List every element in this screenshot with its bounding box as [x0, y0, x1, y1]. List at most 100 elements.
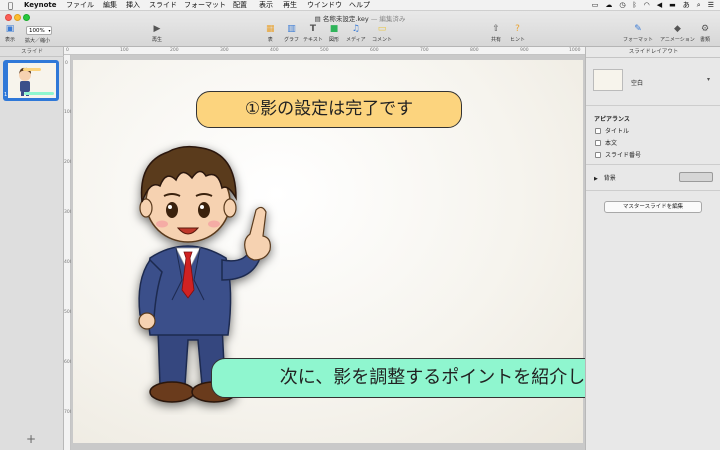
- text-button[interactable]: T テキスト: [303, 24, 323, 43]
- table-icon: ▦: [266, 24, 275, 34]
- divider: [586, 190, 720, 191]
- chart-button[interactable]: ▥ グラフ: [284, 24, 299, 43]
- format-button[interactable]: ✎ フォーマット: [623, 24, 653, 43]
- chart-label: グラフ: [284, 37, 300, 43]
- checkbox-box[interactable]: [595, 151, 601, 158]
- document-button[interactable]: ⚙ 書類: [700, 24, 710, 43]
- ruler-tick: 100: [120, 48, 129, 53]
- status-icons: ▭ ☁ ◷ ᛒ ◠ ◀ ▬ あ ⌕ ☰: [592, 0, 714, 11]
- zoom-label: 拡大／縮小: [25, 38, 51, 44]
- share-button[interactable]: ⇧ 共有: [491, 24, 501, 43]
- checkbox-box[interactable]: [595, 127, 601, 134]
- menu-window[interactable]: ウインドウ: [307, 0, 342, 11]
- input-source-icon[interactable]: あ: [683, 0, 690, 11]
- menu-format[interactable]: フォーマット: [184, 0, 226, 11]
- bluetooth-icon[interactable]: ᛒ: [632, 0, 636, 11]
- animate-button[interactable]: ◆ アニメーション: [660, 24, 695, 43]
- search-icon[interactable]: ⌕: [697, 0, 701, 11]
- ruler-tick: 700: [420, 48, 429, 53]
- zoom-value: 100%: [29, 28, 45, 34]
- navigator-header: スライド: [0, 47, 64, 57]
- edit-master-slide-button[interactable]: マスタースライドを編集: [604, 201, 702, 213]
- notification-icon[interactable]: ☰: [708, 0, 714, 11]
- gear-icon: ⚙: [700, 24, 710, 34]
- media-icon: ♫: [351, 24, 360, 34]
- menu-help[interactable]: ヘルプ: [349, 0, 370, 11]
- text-label: テキスト: [303, 37, 323, 43]
- cast-icon[interactable]: ▭: [592, 0, 599, 11]
- animate-icon: ◆: [673, 24, 681, 34]
- view-icon: ▣: [5, 24, 15, 34]
- table-label: 表: [267, 37, 273, 43]
- battery-icon[interactable]: ▬: [669, 0, 676, 11]
- view-button[interactable]: ▣ 表示: [5, 24, 15, 43]
- layout-thumbnail[interactable]: [593, 69, 623, 91]
- ruler-tick: 0: [65, 61, 68, 66]
- brush-icon: ✎: [634, 24, 642, 34]
- chevron-down-icon: ▾: [48, 28, 51, 33]
- divider: [586, 105, 720, 106]
- comment-button[interactable]: ▭ コメント: [372, 24, 392, 43]
- horizontal-ruler: 0 100 200 300 400 500 600 700 800 900 10…: [64, 47, 585, 55]
- ruler-tick: 500: [320, 48, 329, 53]
- ruler-tick: 800: [470, 48, 479, 53]
- table-button[interactable]: ▦ 表: [266, 24, 275, 43]
- menu-slide[interactable]: スライド: [149, 0, 177, 11]
- wifi-icon[interactable]: ◠: [644, 0, 650, 11]
- text-icon: T: [309, 24, 316, 34]
- document-icon: ▤: [314, 15, 321, 23]
- menu-view[interactable]: 表示: [259, 0, 273, 11]
- inspector-header: スライドレイアウト: [586, 47, 720, 58]
- time-machine-icon[interactable]: ◷: [619, 0, 625, 11]
- background-row[interactable]: ▶ 背景: [594, 173, 616, 182]
- shape-icon: ■: [329, 24, 339, 34]
- tips-button[interactable]: ? ヒント: [510, 24, 525, 43]
- appearance-title: アピアランス: [594, 116, 630, 123]
- callout-top[interactable]: ①影の設定は完了です: [196, 91, 462, 128]
- menu-insert[interactable]: 挿入: [126, 0, 140, 11]
- disclosure-triangle-icon[interactable]: ▶: [594, 176, 598, 182]
- slide-number-checkbox[interactable]: スライド番号: [595, 150, 641, 159]
- checkbox-label: 本文: [605, 140, 618, 147]
- zoom-select[interactable]: 100% ▾: [26, 26, 52, 35]
- background-color-well[interactable]: [679, 172, 713, 182]
- title-checkbox[interactable]: タイトル: [595, 126, 629, 135]
- share-icon: ⇧: [492, 24, 500, 34]
- thumbnail-preview: [19, 67, 54, 96]
- slide-thumbnail[interactable]: [8, 63, 56, 98]
- menu-edit[interactable]: 編集: [103, 0, 117, 11]
- view-label: 表示: [5, 37, 16, 43]
- window-title: ▤ 名称未設定.key — 編集済み: [0, 13, 720, 23]
- slide-number: 1: [4, 92, 8, 98]
- format-label: フォーマット: [623, 37, 654, 43]
- menu-arrange[interactable]: 配置: [233, 0, 247, 11]
- vertical-ruler: 0 100 200 300 400 500 600 700: [64, 55, 73, 450]
- ruler-tick: 300: [220, 48, 229, 53]
- play-label: 再生: [152, 37, 163, 43]
- cloud-icon[interactable]: ☁: [605, 0, 612, 11]
- ruler-tick: 200: [170, 48, 179, 53]
- apple-menu-icon[interactable]: : [8, 0, 13, 11]
- tips-icon: ?: [515, 24, 520, 34]
- comment-icon: ▭: [377, 24, 387, 34]
- window-toolbar: ▤ 名称未設定.key — 編集済み ▣ 表示 100% ▾ 拡大／縮小 ▶ 再…: [0, 11, 720, 47]
- media-button[interactable]: ♫ メディア: [346, 24, 366, 43]
- checkbox-box[interactable]: [595, 139, 601, 146]
- chart-icon: ▥: [287, 24, 296, 34]
- add-slide-icon[interactable]: +: [26, 432, 36, 446]
- shape-label: 図形: [329, 37, 340, 43]
- media-label: メディア: [346, 37, 366, 43]
- tips-label: ヒント: [510, 37, 526, 43]
- chevron-down-icon[interactable]: ▾: [707, 76, 710, 83]
- app-menu[interactable]: Keynote: [24, 0, 57, 11]
- body-checkbox[interactable]: 本文: [595, 138, 617, 147]
- play-button[interactable]: ▶ 再生: [152, 24, 162, 43]
- checkbox-label: タイトル: [605, 128, 630, 135]
- layout-name: 空白: [631, 80, 644, 87]
- menu-file[interactable]: ファイル: [66, 0, 94, 11]
- shape-button[interactable]: ■ 図形: [329, 24, 339, 43]
- play-icon: ▶: [153, 24, 161, 34]
- menu-bar:  Keynote ファイル 編集 挿入 スライド フォーマット 配置 表示 再…: [0, 0, 720, 11]
- menu-play[interactable]: 再生: [283, 0, 297, 11]
- volume-icon[interactable]: ◀: [657, 0, 662, 11]
